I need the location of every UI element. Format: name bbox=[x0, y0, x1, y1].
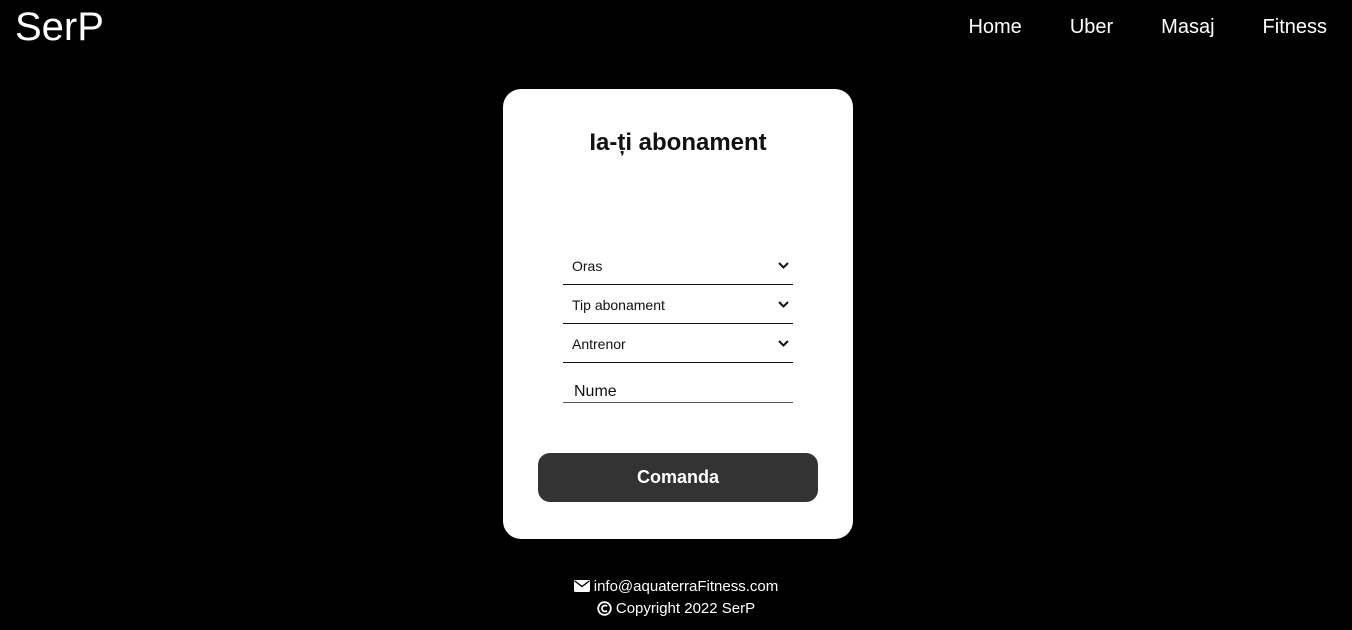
main-nav: Home Uber Masaj Fitness bbox=[920, 14, 1327, 40]
antrenor-select-value: Antrenor bbox=[572, 335, 626, 352]
chevron-down-icon bbox=[777, 338, 789, 350]
nav-home[interactable]: Home bbox=[968, 14, 1021, 40]
copyright-icon bbox=[597, 600, 612, 616]
footer-copyright: Copyright 2022 SerP bbox=[615, 599, 756, 617]
chevron-down-icon bbox=[777, 299, 789, 311]
footer: info@aquaterraFitness.com Copyright 2022… bbox=[0, 576, 1352, 620]
tip-abonament-select-value: Tip abonament bbox=[572, 296, 665, 313]
antrenor-select[interactable]: Antrenor bbox=[563, 325, 793, 363]
nav-uber[interactable]: Uber bbox=[1070, 14, 1113, 40]
form-title: Ia-ți abonament bbox=[589, 129, 767, 156]
comanda-button[interactable]: Comanda bbox=[538, 453, 818, 502]
subscription-card: Ia-ți abonament Oras Tip abonament Antre… bbox=[503, 89, 853, 539]
footer-email-row: info@aquaterraFitness.com bbox=[0, 576, 1352, 596]
chevron-down-icon bbox=[777, 260, 789, 272]
oras-select[interactable]: Oras bbox=[563, 247, 793, 285]
nav-fitness[interactable]: Fitness bbox=[1263, 14, 1327, 40]
oras-select-value: Oras bbox=[572, 257, 603, 274]
site-logo[interactable]: SerP bbox=[15, 4, 104, 50]
name-input-placeholder: Nume bbox=[574, 383, 617, 400]
tip-abonament-select[interactable]: Tip abonament bbox=[563, 286, 793, 324]
envelope-icon bbox=[573, 580, 590, 592]
footer-email[interactable]: info@aquaterraFitness.com bbox=[594, 578, 778, 595]
footer-copyright-row: Copyright 2022 SerP bbox=[0, 598, 1352, 618]
name-input[interactable]: Nume bbox=[563, 373, 793, 403]
nav-masaj[interactable]: Masaj bbox=[1161, 14, 1214, 40]
